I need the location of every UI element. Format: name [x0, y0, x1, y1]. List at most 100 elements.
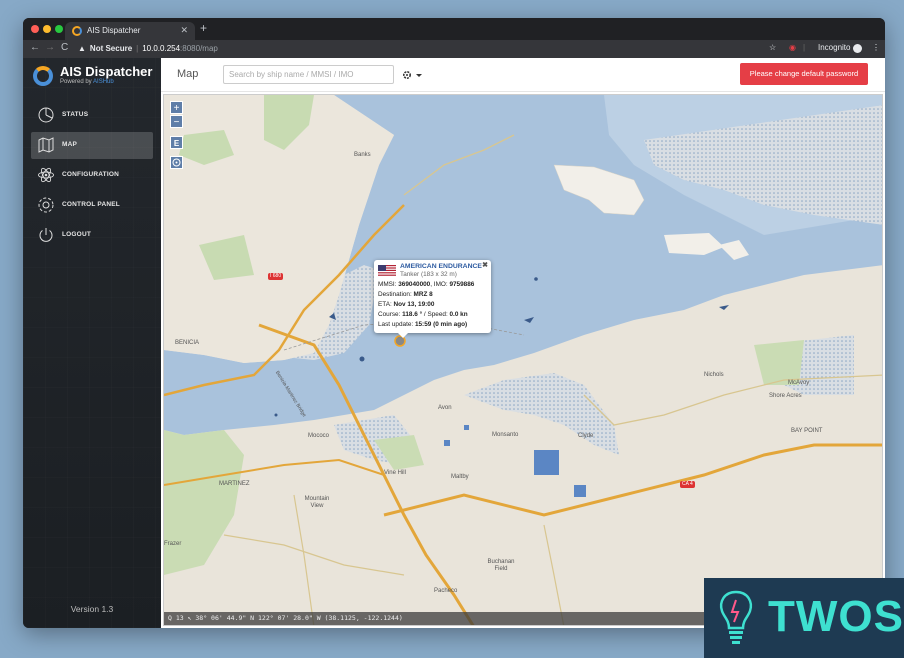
- locate-button[interactable]: [170, 156, 183, 169]
- map-label-clyde: Clyde: [578, 433, 594, 439]
- reload-icon[interactable]: C: [61, 42, 68, 53]
- watermark-text: TWOS: [768, 592, 904, 641]
- warning-icon: ▲: [78, 44, 86, 53]
- map-icon: [38, 137, 54, 153]
- powered-prefix: Powered by: [60, 79, 94, 85]
- sidebar-item-map[interactable]: MAP: [31, 132, 153, 159]
- zoom-out-button[interactable]: −: [170, 115, 183, 128]
- layer-e-button[interactable]: E: [170, 136, 183, 149]
- last-update-value: 15:59 (0 min ago): [414, 321, 468, 328]
- ship-ids: MMSI: 369040000, IMO: 9759886: [378, 281, 474, 288]
- app: AIS Dispatcher Powered by AISHub STATUS …: [23, 58, 885, 628]
- map-label-vine-hill: Vine Hill: [384, 470, 406, 476]
- url-path: :8080/map: [180, 44, 218, 53]
- close-tab-icon[interactable]: ✕: [180, 25, 188, 36]
- aishub-link[interactable]: AISHub: [93, 79, 114, 85]
- imo-label: , IMO:: [430, 281, 450, 288]
- new-tab-button[interactable]: +: [200, 21, 207, 35]
- browser-toolbar: ← → C ▲ Not Secure | 10.0.0.254:8080/map ☆ …: [23, 40, 885, 58]
- incognito-label: Incognito: [818, 43, 851, 52]
- eta-value: Nov 13, 19:00: [393, 301, 435, 308]
- sidebar-item-label: STATUS: [62, 111, 89, 118]
- bookmark-star-icon[interactable]: ☆: [769, 43, 776, 52]
- back-icon[interactable]: ←: [30, 42, 40, 53]
- atom-icon: [38, 167, 54, 183]
- maximize-window-button[interactable]: [55, 25, 63, 33]
- settings-dropdown-button[interactable]: [402, 69, 424, 81]
- ship-last-update: Last update: 15:59 (0 min ago): [378, 321, 467, 328]
- sidebar-item-status[interactable]: STATUS: [31, 102, 153, 129]
- ship-name[interactable]: AMERICAN ENDURANCE: [400, 263, 482, 270]
- destination-label: Destination:: [378, 291, 414, 298]
- sidebar-menu: STATUS MAP CONFIGURATION CONTROL PANEL L…: [31, 102, 153, 252]
- map-label-pacheco: Pacheco: [434, 588, 458, 594]
- menu-kebab-icon[interactable]: ⋮: [872, 43, 880, 52]
- course-label: Course:: [378, 311, 403, 318]
- tab-title: AIS Dispatcher: [87, 26, 141, 35]
- map-label-nichols: Nichols: [704, 372, 724, 378]
- lightbulb-logo-icon: [719, 590, 753, 644]
- map-label-avon: Avon: [438, 405, 452, 411]
- powered-by: Powered by AISHub: [60, 79, 114, 85]
- map-label-maltby: Maltby: [451, 474, 469, 480]
- course-value: 118.6 °: [402, 311, 423, 318]
- highway-shield-ca4: CA 4: [680, 481, 695, 488]
- change-password-alert[interactable]: Please change default password: [740, 63, 868, 85]
- sidebar-item-label: CONFIGURATION: [62, 171, 120, 178]
- speed-label: / Speed:: [422, 311, 450, 318]
- sidebar-item-configuration[interactable]: CONFIGURATION: [31, 162, 153, 189]
- twos-watermark: TWOS: [704, 578, 904, 658]
- us-flag-icon: [378, 265, 396, 276]
- version-label: Version 1.3: [70, 604, 114, 614]
- brand-name: AIS Dispatcher: [60, 64, 153, 79]
- sidebar-item-control-panel[interactable]: CONTROL PANEL: [31, 192, 153, 219]
- browser-tab[interactable]: AIS Dispatcher ✕: [65, 22, 195, 40]
- top-bar: Map Please change default password: [161, 58, 885, 92]
- address-bar[interactable]: ▲ Not Secure | 10.0.0.254:8080/map: [78, 42, 778, 56]
- gear-icon: [38, 197, 54, 213]
- speed-value: 0.0 kn: [449, 311, 468, 318]
- map-base-layer: [164, 95, 882, 625]
- page-title: Map: [177, 68, 199, 80]
- close-window-button[interactable]: [31, 25, 39, 33]
- dashboard-icon: [38, 107, 54, 123]
- main-content: Map Please change default password: [161, 58, 885, 628]
- map-label-buchanan-field: Buchanan Field: [487, 559, 515, 572]
- map-label-benicia: BENICIA: [175, 340, 200, 346]
- map-view[interactable]: + − E BENICIA MARTINEZ BAY POINT Nichols…: [163, 94, 883, 626]
- tab-bar: AIS Dispatcher ✕ +: [23, 18, 885, 40]
- eta-label: ETA:: [378, 301, 394, 308]
- last-update-label: Last update:: [378, 321, 415, 328]
- ship-eta: ETA: Nov 13, 19:00: [378, 301, 434, 308]
- incognito-icon[interactable]: [853, 44, 862, 53]
- search-input[interactable]: [223, 65, 394, 84]
- browser-window: AIS Dispatcher ✕ + ← → C ▲ Not Secure | 10.…: [23, 18, 885, 628]
- map-label-monsanto: Monsanto: [492, 432, 519, 438]
- destination-value: MRZ 8: [413, 291, 433, 298]
- ship-type: Tanker (183 x 32 m): [400, 271, 457, 278]
- map-label-banks: Banks: [354, 152, 371, 158]
- ship-destination: Destination: MRZ 8: [378, 291, 433, 298]
- forward-icon[interactable]: →: [45, 42, 55, 53]
- map-label-mcavoy: McAvoy: [788, 380, 810, 386]
- crosshair-icon: [172, 158, 181, 167]
- sidebar: AIS Dispatcher Powered by AISHub STATUS …: [23, 58, 161, 628]
- extension-icon[interactable]: ◉: [789, 43, 796, 52]
- minimize-window-button[interactable]: [43, 25, 51, 33]
- not-secure-label: Not Secure: [89, 44, 133, 53]
- sidebar-item-label: MAP: [62, 141, 78, 148]
- map-label-mococo: Mococo: [308, 433, 330, 439]
- favicon-icon: [72, 26, 82, 36]
- ship-course-speed: Course: 118.6 ° / Speed: 0.0 kn: [378, 311, 468, 318]
- map-label-shore-acres: Shore Acres: [769, 393, 802, 399]
- close-icon[interactable]: ✖: [482, 261, 488, 269]
- sidebar-item-logout[interactable]: LOGOUT: [31, 222, 153, 249]
- imo-value: 9759886: [449, 281, 475, 288]
- map-label-bay-point: BAY POINT: [791, 428, 823, 434]
- zoom-in-button[interactable]: +: [170, 101, 183, 114]
- map-label-martinez: MARTINEZ: [219, 481, 250, 487]
- ais-logo-icon: [33, 66, 53, 86]
- highway-shield-i680: I 680: [268, 273, 284, 280]
- power-icon: [39, 228, 53, 242]
- mmsi-label: MMSI:: [378, 281, 399, 288]
